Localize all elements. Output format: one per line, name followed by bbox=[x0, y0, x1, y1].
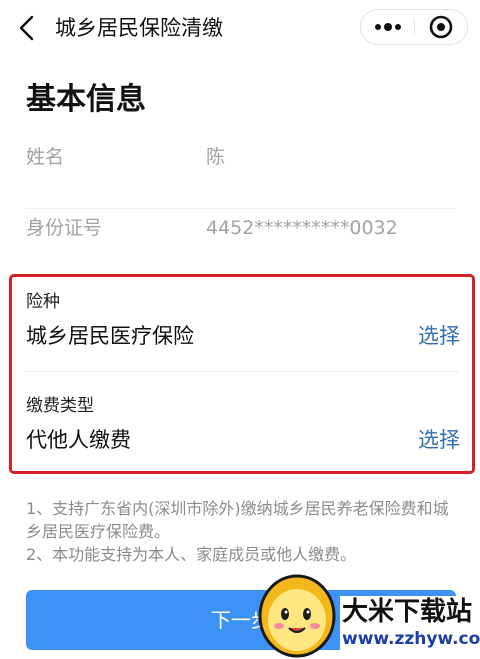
payment-type-value: 代他人缴费 bbox=[26, 428, 131, 452]
watermark-logo-icon bbox=[258, 574, 336, 658]
target-close-icon bbox=[429, 15, 453, 39]
note-item: 1、支持广东省内(深圳市除外)缴纳城乡居民养老保险费和城乡居民医疗保险费。 bbox=[26, 499, 449, 541]
id-number-value: 4452**********0032 bbox=[206, 217, 398, 239]
capsule-divider bbox=[414, 19, 415, 35]
payment-type-label: 缴费类型 bbox=[26, 396, 94, 416]
insurance-type-select-link[interactable]: 选择 bbox=[418, 321, 460, 351]
insurance-type-value: 城乡居民医疗保险 bbox=[26, 324, 194, 348]
mini-program-capsule bbox=[360, 9, 468, 45]
id-number-row: 身份证号 4452**********0032 bbox=[26, 214, 456, 280]
payment-type-row[interactable]: 缴费类型 代他人缴费 选择 bbox=[26, 393, 466, 473]
note-item: 2、本功能支持为本人、家庭成员或他人缴费。 bbox=[26, 545, 357, 564]
watermark-url: www.zzhyw.com bbox=[340, 628, 480, 650]
close-mini-program-button[interactable] bbox=[416, 10, 467, 44]
insurance-type-label: 险种 bbox=[26, 292, 60, 312]
notes: 1、支持广东省内(深圳市除外)缴纳城乡居民养老保险费和城乡居民医疗保险费。 2、… bbox=[26, 497, 454, 566]
insurance-type-row[interactable]: 险种 城乡居民医疗保险 选择 bbox=[26, 289, 466, 369]
row-divider bbox=[26, 371, 460, 372]
id-number-label: 身份证号 bbox=[26, 217, 103, 239]
page-title: 城乡居民保险清缴 bbox=[55, 16, 223, 40]
navigation-bar: 城乡居民保险清缴 bbox=[0, 0, 480, 58]
watermark-name: 大米下载站 bbox=[340, 596, 475, 628]
name-label: 姓名 bbox=[26, 146, 65, 168]
back-button[interactable] bbox=[16, 14, 38, 42]
name-value: 陈 bbox=[206, 146, 226, 168]
row-divider bbox=[26, 208, 456, 209]
name-row: 姓名 陈 bbox=[26, 143, 456, 209]
chevron-left-icon bbox=[19, 15, 34, 41]
more-menu-button[interactable] bbox=[361, 10, 415, 44]
payment-type-select-link[interactable]: 选择 bbox=[418, 425, 460, 455]
more-dots-icon bbox=[375, 23, 401, 31]
section-title: 基本信息 bbox=[26, 82, 146, 117]
